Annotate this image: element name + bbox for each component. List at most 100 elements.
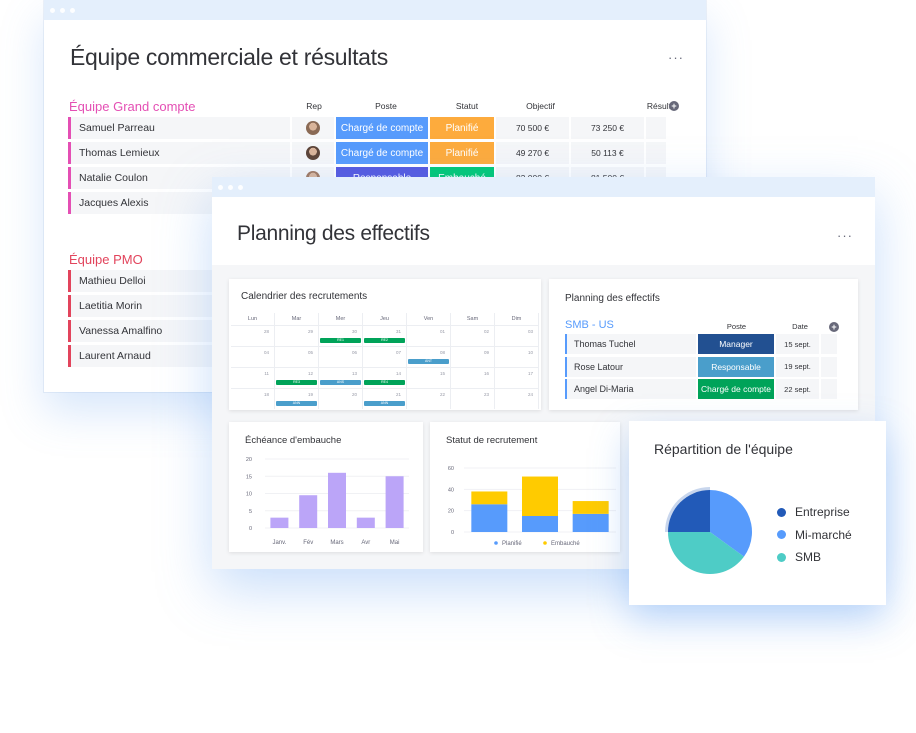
legend-item[interactable]: Mi-marché [777,524,852,547]
bar[interactable] [328,472,346,528]
stacked-bar-segment[interactable] [471,491,508,505]
calendar-day[interactable]: 24 [495,388,539,409]
calendar-event[interactable]: ANN [364,401,405,406]
statut-status-pill[interactable]: Planifié [430,142,494,164]
calendar-day[interactable]: 30 RE1 [319,325,363,346]
item-name[interactable]: Thomas Lemieux [68,142,290,164]
calendar-event[interactable]: RE3 [276,380,317,385]
calendar-day[interactable]: 16 [451,367,495,388]
column-header[interactable]: Statut [435,101,499,111]
column-header[interactable]: Rep [300,101,328,111]
calendar-day[interactable]: 06 [319,346,363,367]
group-title[interactable]: Équipe PMO [69,252,143,267]
poste-status-pill[interactable]: Chargé de compte [336,117,428,139]
resultat-cell[interactable]: 50 113 € [571,142,644,164]
day-number: 20 [351,392,357,397]
bar[interactable] [270,517,289,528]
bar[interactable] [385,476,404,528]
rep-cell[interactable] [292,142,334,164]
date-cell[interactable]: 15 sept. [776,334,819,354]
calendar-day[interactable]: 07 [363,346,407,367]
column-header[interactable]: Objectif [500,101,581,111]
poste-status-pill[interactable]: Chargé de compte [336,142,428,164]
calendar-event[interactable]: RE2 [364,338,405,343]
calendar-day[interactable]: 22 [407,388,451,409]
stacked-bar-segment[interactable] [572,513,609,532]
bar[interactable] [299,495,318,528]
day-number: 30 [351,329,357,334]
calendar-event[interactable]: RE4 [364,380,405,385]
group-title[interactable]: SMB - US [565,319,614,331]
bar[interactable] [356,517,375,528]
calendar-day[interactable]: 05 [275,346,319,367]
more-horizontal-icon[interactable]: ··· [837,228,853,243]
group-title[interactable]: Équipe Grand compte [69,99,195,114]
x-tick-label: Mai [390,540,400,546]
calendar-event[interactable]: ANN [276,401,317,406]
y-tick-label: 0 [249,526,252,532]
calendar-day[interactable]: 18 [231,388,275,409]
column-header[interactable]: Date [785,322,815,331]
resultat-cell[interactable]: 73 250 € [571,117,644,139]
item-name[interactable]: Angel Di-Maria [565,379,696,399]
date-cell[interactable]: 22 sept. [776,379,819,399]
card-title: Planning des effectifs [565,293,660,304]
item-name[interactable]: Thomas Tuchel [565,334,696,354]
calendar-day[interactable]: 10 [495,346,539,367]
y-tick-label: 40 [448,487,454,493]
calendar-day[interactable]: 29 [275,325,319,346]
stacked-bar-segment[interactable] [522,476,558,516]
calendar-day[interactable]: 31 RE2 [363,325,407,346]
calendar-day[interactable]: 08 ANT [407,346,451,367]
calendar-day[interactable]: 14 RE4 [363,367,407,388]
calendar-day[interactable]: 28 [231,325,275,346]
objectif-cell[interactable]: 49 270 € [496,142,569,164]
stacked-bar-segment[interactable] [572,501,609,514]
plus-circle-icon[interactable]: + [669,101,679,111]
day-number: 18 [263,392,269,397]
calendar-day[interactable]: 13 ANS [319,367,363,388]
legend-item[interactable]: Entreprise [777,501,852,524]
item-name[interactable]: Samuel Parreau [68,117,290,139]
calendar-day[interactable]: 19 ANN [275,388,319,409]
poste-status-pill[interactable]: Manager [698,334,774,354]
rep-cell[interactable] [292,117,334,139]
stacked-bar-segment[interactable] [471,504,508,532]
calendar-event[interactable]: RE1 [320,338,361,343]
calendar-day[interactable]: 12 RE3 [275,367,319,388]
day-number: 29 [307,329,313,334]
calendar-day[interactable]: 09 [451,346,495,367]
item-name[interactable]: Rose Latour [565,356,696,377]
more-horizontal-icon[interactable]: ··· [668,50,684,65]
calendar-day[interactable]: 03 [495,325,539,346]
column-header[interactable]: Poste [340,101,432,111]
plus-circle-icon[interactable]: + [829,322,839,332]
calendar-day[interactable]: 17 [495,367,539,388]
stacked-bar-segment[interactable] [522,516,558,532]
column-header[interactable]: Poste [699,322,774,331]
calendar-day[interactable]: 02 [451,325,495,346]
calendar-day[interactable]: 01 [407,325,451,346]
calendar-day[interactable]: 20 [319,388,363,409]
table-row[interactable]: Angel Di-Maria Chargé de compte 22 sept. [565,379,837,399]
pie-slice[interactable] [668,490,710,532]
table-row[interactable]: Thomas Tuchel Manager 15 sept. [565,334,837,354]
calendar-day[interactable]: 04 [231,346,275,367]
date-cell[interactable]: 19 sept. [776,356,819,377]
poste-status-pill[interactable]: Responsable [698,356,774,377]
day-number: 05 [307,350,313,355]
table-row[interactable]: Rose Latour Responsable 19 sept. [565,356,837,377]
calendar-event[interactable]: ANS [320,380,361,385]
table-row[interactable]: Thomas Lemieux Chargé de compte Planifié 49… [68,142,666,164]
poste-status-pill[interactable]: Chargé de compte [698,379,774,399]
column-header[interactable]: Résultat [622,101,703,111]
calendar-event[interactable]: ANT [408,359,449,364]
objectif-cell[interactable]: 70 500 € [496,117,569,139]
calendar-day[interactable]: 11 [231,367,275,388]
legend-item[interactable]: SMB [777,546,852,569]
calendar-day[interactable]: 23 [451,388,495,409]
calendar-day[interactable]: 21 ANN [363,388,407,409]
calendar-day[interactable]: 15 [407,367,451,388]
table-row[interactable]: Samuel Parreau Chargé de compte Planifié 70… [68,117,666,139]
statut-status-pill[interactable]: Planifié [430,117,494,139]
